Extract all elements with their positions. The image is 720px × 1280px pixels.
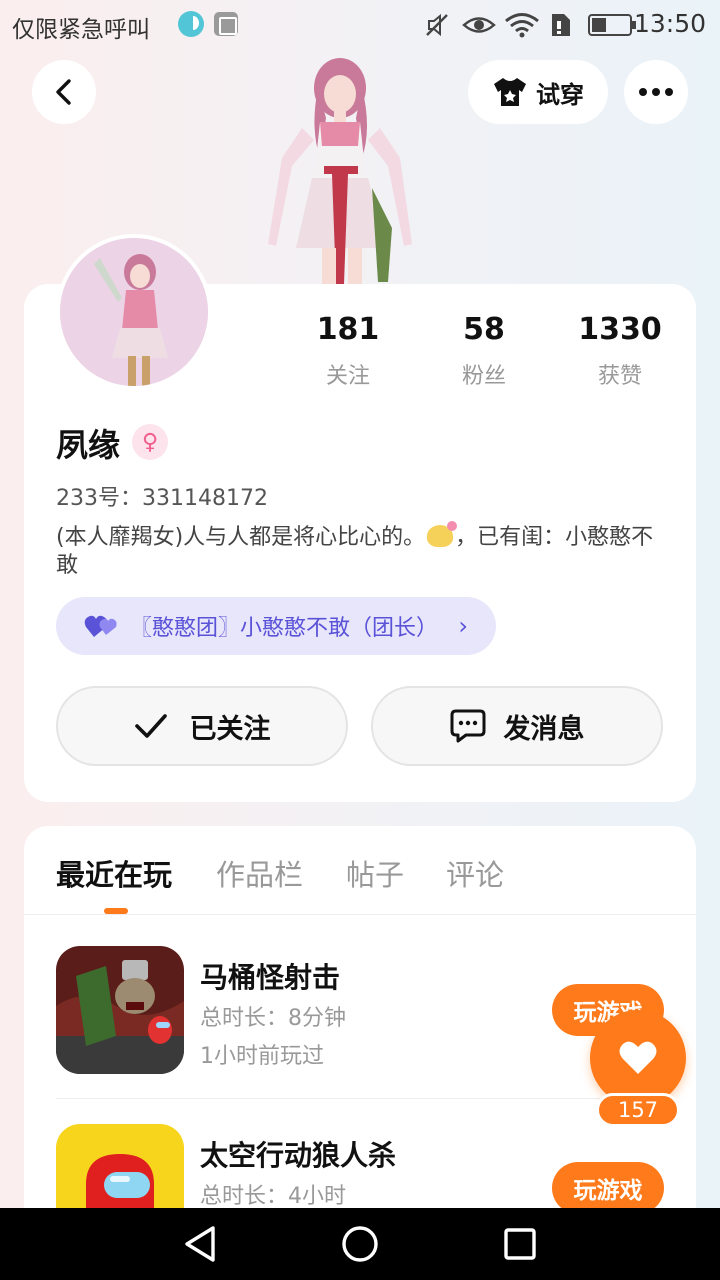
tab-recently-played[interactable]: 最近在玩 [56,852,172,894]
system-nav-bar [0,1208,720,1280]
back-button[interactable] [32,60,96,124]
profile-stats: 181 关注 58 粉丝 1330 获赞 [280,312,688,390]
stat-value: 181 [316,312,380,347]
status-bar: 仅限紧急呼叫 13:50 [0,0,720,50]
game-icon [56,946,184,1074]
like-button[interactable] [590,1010,686,1106]
carrier-text: 仅限紧急呼叫 [12,17,150,43]
more-dots-icon [639,88,673,96]
stat-value: 1330 [578,312,662,347]
heart-icon [619,1041,657,1074]
stat-fans[interactable]: 58 粉丝 [416,312,552,390]
group-chip[interactable]: 〖憨憨团〗小憨憨不敢（团长） › [56,597,496,655]
moon-icon [178,11,204,37]
list-item[interactable]: 马桶怪射击 总时长：8分钟 1小时前玩过 玩游戏 [56,946,664,1096]
divider [56,1098,664,1099]
divider [24,914,696,915]
chevron-right-icon: › [458,612,468,640]
circle-home-icon [342,1226,378,1262]
game-name: 太空行动狼人杀 [200,1139,397,1172]
chick-heart-emoji-icon [427,521,458,547]
message-button[interactable]: 发消息 [371,686,663,766]
try-on-label: 试穿 [536,80,584,109]
bio-text: (本人靡羯女)人与人都是将心比心的。 [56,525,426,550]
avatar-figure [60,238,208,386]
try-on-button[interactable]: 试穿 [468,60,608,124]
square-recents-icon [504,1228,536,1260]
play-game-button[interactable]: 玩游戏 [552,1162,664,1214]
more-button[interactable] [624,60,688,124]
triangle-back-icon [185,1226,215,1262]
eye-icon [462,17,496,33]
chevron-left-icon [56,79,71,105]
check-icon [134,714,167,738]
chat-bubble-icon [450,709,485,743]
followed-label: 已关注 [189,713,271,745]
like-count-badge: 157 [596,1093,680,1127]
tshirt-icon [494,78,526,106]
followed-button[interactable]: 已关注 [56,686,348,766]
wifi-icon [505,13,539,38]
mute-icon [426,13,448,37]
stat-label: 粉丝 [461,364,506,389]
group-chip-label: 〖憨憨团〗小憨憨不敢（团长） [130,616,439,641]
game-last-played: 1小时前玩过 [200,1044,324,1069]
stat-value: 58 [463,312,505,347]
nav-recents-button[interactable] [500,1224,540,1264]
battery-icon [588,14,636,36]
tab-works[interactable]: 作品栏 [216,852,303,894]
bio: (本人靡羯女)人与人都是将心比心的。 ，已有闺：小憨憨不敢 [56,521,666,580]
double-heart-icon [84,615,117,637]
nav-home-button[interactable] [340,1224,380,1264]
tab-posts[interactable]: 帖子 [346,852,404,894]
game-name: 马桶怪射击 [200,961,341,994]
user-id: 233号：331148172 [56,486,268,511]
character-figure [268,58,412,288]
female-icon: ♀ [132,424,168,460]
game-duration: 总时长：4小时 [200,1184,346,1208]
username: 夙缘 [56,426,121,464]
game-icon [56,1124,184,1208]
stat-label: 关注 [325,364,370,389]
stat-following[interactable]: 181 关注 [280,312,416,390]
stat-likes[interactable]: 1330 获赞 [552,312,688,390]
tab-comments[interactable]: 评论 [446,852,504,894]
nav-back-button[interactable] [180,1224,220,1264]
avatar[interactable] [56,234,212,390]
stat-label: 获赞 [597,364,642,389]
game-duration: 总时长：8分钟 [200,1006,346,1031]
message-label: 发消息 [503,713,585,745]
clock: 13:50 [633,9,706,38]
image-notification-icon [214,12,238,36]
sim-icon [552,14,570,36]
